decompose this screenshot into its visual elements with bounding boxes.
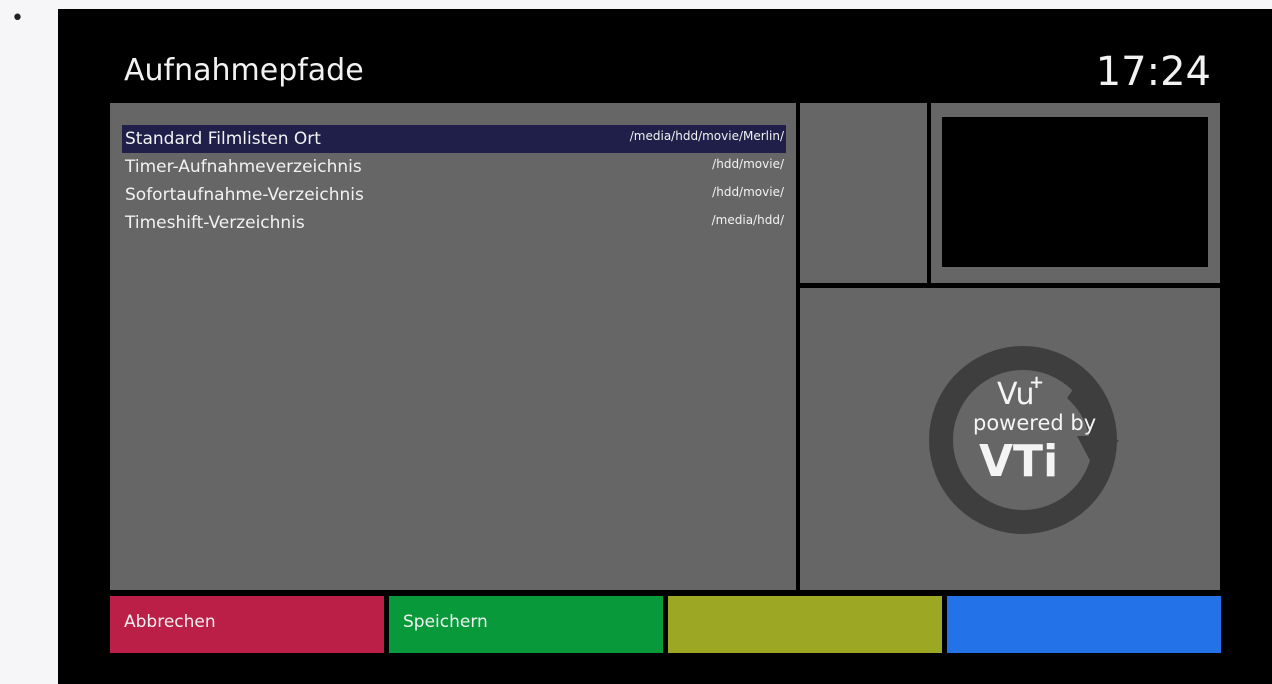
info-panel [800,103,927,283]
logo-panel: Vu + powered by VTi [800,288,1220,590]
tv-osd-screen: Aufnahmepfade 17:24 Standard Filmlisten … [58,9,1272,684]
blue-button[interactable] [947,596,1221,653]
clock: 17:24 [1095,49,1211,95]
list-item-label: Timer-Aufnahmeverzeichnis [125,157,362,177]
list-item-label: Sofortaufnahme-Verzeichnis [125,185,364,205]
green-button-save[interactable]: Speichern [389,596,663,653]
list-item-path: /media/hdd/ [711,213,784,227]
tv-preview-screen [942,117,1208,267]
list-item-timer-aufnahmeverzeichnis[interactable]: Timer-Aufnahmeverzeichnis /hdd/movie/ [122,153,786,181]
list-item-path: /hdd/movie/ [712,185,784,199]
page-title: Aufnahmepfade [124,53,364,88]
list-item-path: /hdd/movie/ [712,157,784,171]
red-button-cancel[interactable]: Abbrechen [110,596,384,653]
bullet-marker: • [11,6,24,31]
settings-list-panel: Standard Filmlisten Ort /media/hdd/movie… [110,103,796,590]
list-item-label: Standard Filmlisten Ort [125,129,321,149]
logo-tagline: powered by [973,411,1096,435]
list-item-sofortaufnahme-verzeichnis[interactable]: Sofortaufnahme-Verzeichnis /hdd/movie/ [122,181,786,209]
red-button-label: Abbrechen [124,612,216,632]
vu-vti-logo: Vu + powered by VTi [929,346,1119,534]
green-button-label: Speichern [403,612,488,632]
list-item-label: Timeshift-Verzeichnis [125,213,305,233]
list-item-path: /media/hdd/movie/Merlin/ [629,129,784,143]
logo-superscript: + [1029,372,1044,393]
logo-vendor: VTi [979,436,1058,487]
yellow-button[interactable] [668,596,942,653]
list-item-standard-filmlisten-ort[interactable]: Standard Filmlisten Ort /media/hdd/movie… [122,125,786,153]
list-item-timeshift-verzeichnis[interactable]: Timeshift-Verzeichnis /media/hdd/ [122,209,786,237]
tv-preview-panel [931,103,1220,283]
